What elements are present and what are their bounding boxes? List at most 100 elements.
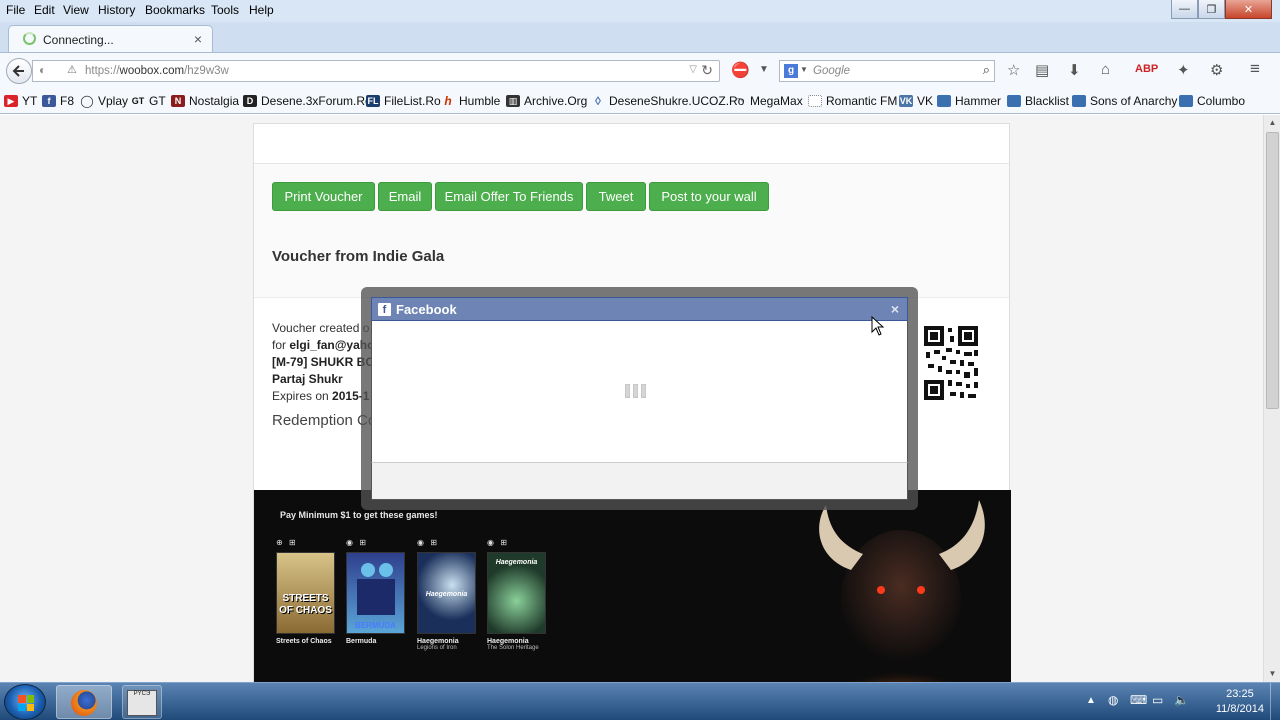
bookmark-humble[interactable]: h Humble bbox=[441, 94, 500, 108]
print-voucher-button[interactable]: Print Voucher bbox=[272, 182, 375, 211]
bookmark-deseneshukre[interactable]: ◊ DeseneShukre.UCOZ.Ro bbox=[591, 94, 744, 108]
archive-icon: ▥ bbox=[506, 95, 520, 107]
cover-title: STREETS OF CHAOS bbox=[279, 593, 332, 616]
identity-shield-icon[interactable]: ◐ bbox=[39, 63, 46, 77]
url-text[interactable]: https://woobox.com/hz9w3w bbox=[85, 65, 229, 77]
menu-bookmarks[interactable]: Bookmarks bbox=[145, 3, 205, 17]
bookmark-megamax[interactable]: ◠ MegaMax bbox=[732, 94, 803, 108]
voucher-expires-line: Expires on 2015-1 bbox=[272, 388, 375, 405]
menu-help[interactable]: Help bbox=[249, 3, 274, 17]
addon-puzzle-icon[interactable]: ✦ bbox=[1177, 61, 1190, 79]
blank-page-icon bbox=[808, 95, 822, 107]
youtube-icon: ▶ bbox=[4, 95, 18, 107]
reading-list-icon[interactable]: ▤ bbox=[1035, 61, 1049, 79]
facebook-icon: f bbox=[42, 95, 56, 107]
menu-edit[interactable]: Edit bbox=[34, 3, 55, 17]
menu-file[interactable]: File bbox=[6, 3, 25, 17]
volume-icon[interactable]: 🔈 bbox=[1174, 693, 1189, 707]
search-bar[interactable]: g ▼ Google ⌕ bbox=[779, 60, 995, 82]
adblock-icon[interactable]: ABP bbox=[1135, 63, 1158, 75]
game-tile[interactable]: ⊕ ⊞ STREETS OF CHAOS Streets of Chaos bbox=[276, 538, 336, 645]
scroll-up-icon[interactable]: ▲ bbox=[1264, 115, 1280, 131]
menu-view[interactable]: View bbox=[63, 3, 89, 17]
facebook-dialog-footer bbox=[371, 462, 908, 500]
bookmark-star-icon[interactable]: ☆ bbox=[1007, 61, 1020, 79]
addon-dropdown-icon[interactable]: ▼ bbox=[759, 64, 769, 75]
home-icon[interactable]: ⌂ bbox=[1101, 61, 1110, 78]
voucher-created-line: Voucher created o bbox=[272, 321, 370, 335]
url-dropdown-icon[interactable]: ▽ bbox=[689, 64, 697, 75]
menu-tools[interactable]: Tools bbox=[211, 3, 239, 17]
bookmark-hammer[interactable]: Hammer bbox=[937, 94, 1001, 108]
tab-active[interactable]: Connecting... × bbox=[8, 25, 213, 52]
bookmark-filelist[interactable]: FL FileList.Ro bbox=[366, 94, 441, 108]
loading-indicator-icon bbox=[625, 384, 646, 398]
filelist-icon: FL bbox=[366, 95, 380, 107]
post-to-wall-button[interactable]: Post to your wall bbox=[649, 182, 769, 211]
bookmark-label: F8 bbox=[60, 94, 75, 108]
google-engine-icon[interactable]: g bbox=[784, 64, 798, 78]
email-button[interactable]: Email bbox=[378, 182, 432, 211]
addon-gear-icon[interactable]: ⚙ bbox=[1210, 61, 1223, 79]
bookmark-blacklist[interactable]: Blacklist bbox=[1007, 94, 1069, 108]
facebook-dialog-header: f Facebook × bbox=[371, 297, 908, 321]
show-desktop-button[interactable] bbox=[1270, 683, 1280, 721]
reload-icon[interactable]: ↻ bbox=[701, 62, 713, 79]
taskbar-firefox[interactable] bbox=[56, 685, 112, 719]
bookmark-vplay[interactable]: ◯ Vplay bbox=[80, 94, 128, 108]
download-icon[interactable]: ⬇ bbox=[1068, 61, 1081, 79]
game-subtitle: Legions of Iron bbox=[417, 645, 457, 651]
game-name: Bermuda bbox=[346, 638, 377, 645]
search-icon[interactable]: ⌕ bbox=[983, 62, 990, 78]
bookmark-label: GT bbox=[149, 94, 166, 108]
show-hidden-icons-icon[interactable]: ▲ bbox=[1086, 695, 1096, 706]
bookmark-columbo[interactable]: Columbo bbox=[1179, 94, 1245, 108]
bookmark-sonsofanarchy[interactable]: Sons of Anarchy bbox=[1072, 94, 1177, 108]
bookmark-label: MegaMax bbox=[750, 94, 803, 108]
tray-app-icon[interactable]: ◍ bbox=[1108, 693, 1118, 707]
email-offer-button[interactable]: Email Offer To Friends bbox=[435, 182, 583, 211]
voucher-for-line: for elgi_fan@yaho bbox=[272, 337, 375, 354]
back-button[interactable] bbox=[6, 58, 32, 84]
page-scrollbar[interactable]: ▲ ▼ bbox=[1263, 115, 1280, 682]
language-icon[interactable]: ⌨ bbox=[1130, 693, 1147, 707]
dialog-close-icon[interactable]: × bbox=[891, 301, 899, 317]
bookmark-desene3x[interactable]: D Desene.3xForum.Ro bbox=[243, 94, 372, 108]
network-icon[interactable]: ▭ bbox=[1152, 693, 1163, 707]
indiegala-promo-banner[interactable]: Pay Minimum $1 to get these games! ⊕ ⊞ S… bbox=[254, 490, 1011, 682]
system-clock[interactable]: 23:25 11/8/2014 bbox=[1216, 687, 1264, 717]
bookmark-label: Desene.3xForum.Ro bbox=[261, 94, 372, 108]
maximize-button[interactable]: ❐ bbox=[1198, 0, 1225, 19]
bookmark-label: Blacklist bbox=[1025, 94, 1070, 108]
bookmark-archive[interactable]: ▥ Archive.Org bbox=[506, 94, 587, 108]
close-window-button[interactable]: ✕ bbox=[1225, 0, 1272, 19]
bookmark-label: Columbo bbox=[1197, 94, 1246, 108]
window-controls: — ❐ ✕ bbox=[1171, 0, 1272, 19]
bookmark-romanticfm[interactable]: Romantic FM bbox=[808, 94, 897, 108]
menu-hamburger-icon[interactable]: ≡ bbox=[1250, 59, 1260, 79]
url-scheme: https:// bbox=[85, 65, 120, 77]
engine-dropdown-icon[interactable]: ▼ bbox=[800, 65, 808, 74]
menu-history[interactable]: History bbox=[98, 3, 135, 17]
bookmark-gt[interactable]: GT GT bbox=[131, 94, 166, 108]
url-bar[interactable]: ◐ ⚠ https://woobox.com/hz9w3w ▽ ↻ bbox=[32, 60, 720, 82]
bookmark-f8[interactable]: f F8 bbox=[42, 94, 74, 108]
facebook-dialog-body bbox=[371, 321, 908, 462]
clock-time: 23:25 bbox=[1226, 688, 1254, 700]
bookmark-vk[interactable]: VK VK bbox=[899, 94, 933, 108]
scrollbar-thumb[interactable] bbox=[1266, 132, 1279, 409]
bookmark-yt[interactable]: ▶ YT bbox=[4, 94, 37, 108]
game-tile[interactable]: ◉ ⊞ Haegemonia Haegemonia The Solon Heri… bbox=[487, 538, 547, 651]
tab-close-icon[interactable]: × bbox=[194, 31, 202, 47]
scroll-down-icon[interactable]: ▼ bbox=[1264, 666, 1280, 682]
start-button[interactable] bbox=[4, 684, 46, 720]
game-tile[interactable]: ◉ ⊞ BERMUDA Bermuda bbox=[346, 538, 406, 645]
vk-icon: VK bbox=[899, 95, 913, 107]
tweet-button[interactable]: Tweet bbox=[586, 182, 646, 211]
taskbar-app2[interactable]: PYCЭ bbox=[122, 685, 162, 719]
bookmark-nostalgia[interactable]: N Nostalgia bbox=[171, 94, 239, 108]
addon-block-icon[interactable]: ⛔ bbox=[731, 61, 750, 79]
game-tile[interactable]: ◉ ⊞ Haegemonia Haegemonia Legions of Iro… bbox=[417, 538, 477, 651]
minimize-button[interactable]: — bbox=[1171, 0, 1198, 19]
bookmark-label: FileList.Ro bbox=[384, 94, 441, 108]
